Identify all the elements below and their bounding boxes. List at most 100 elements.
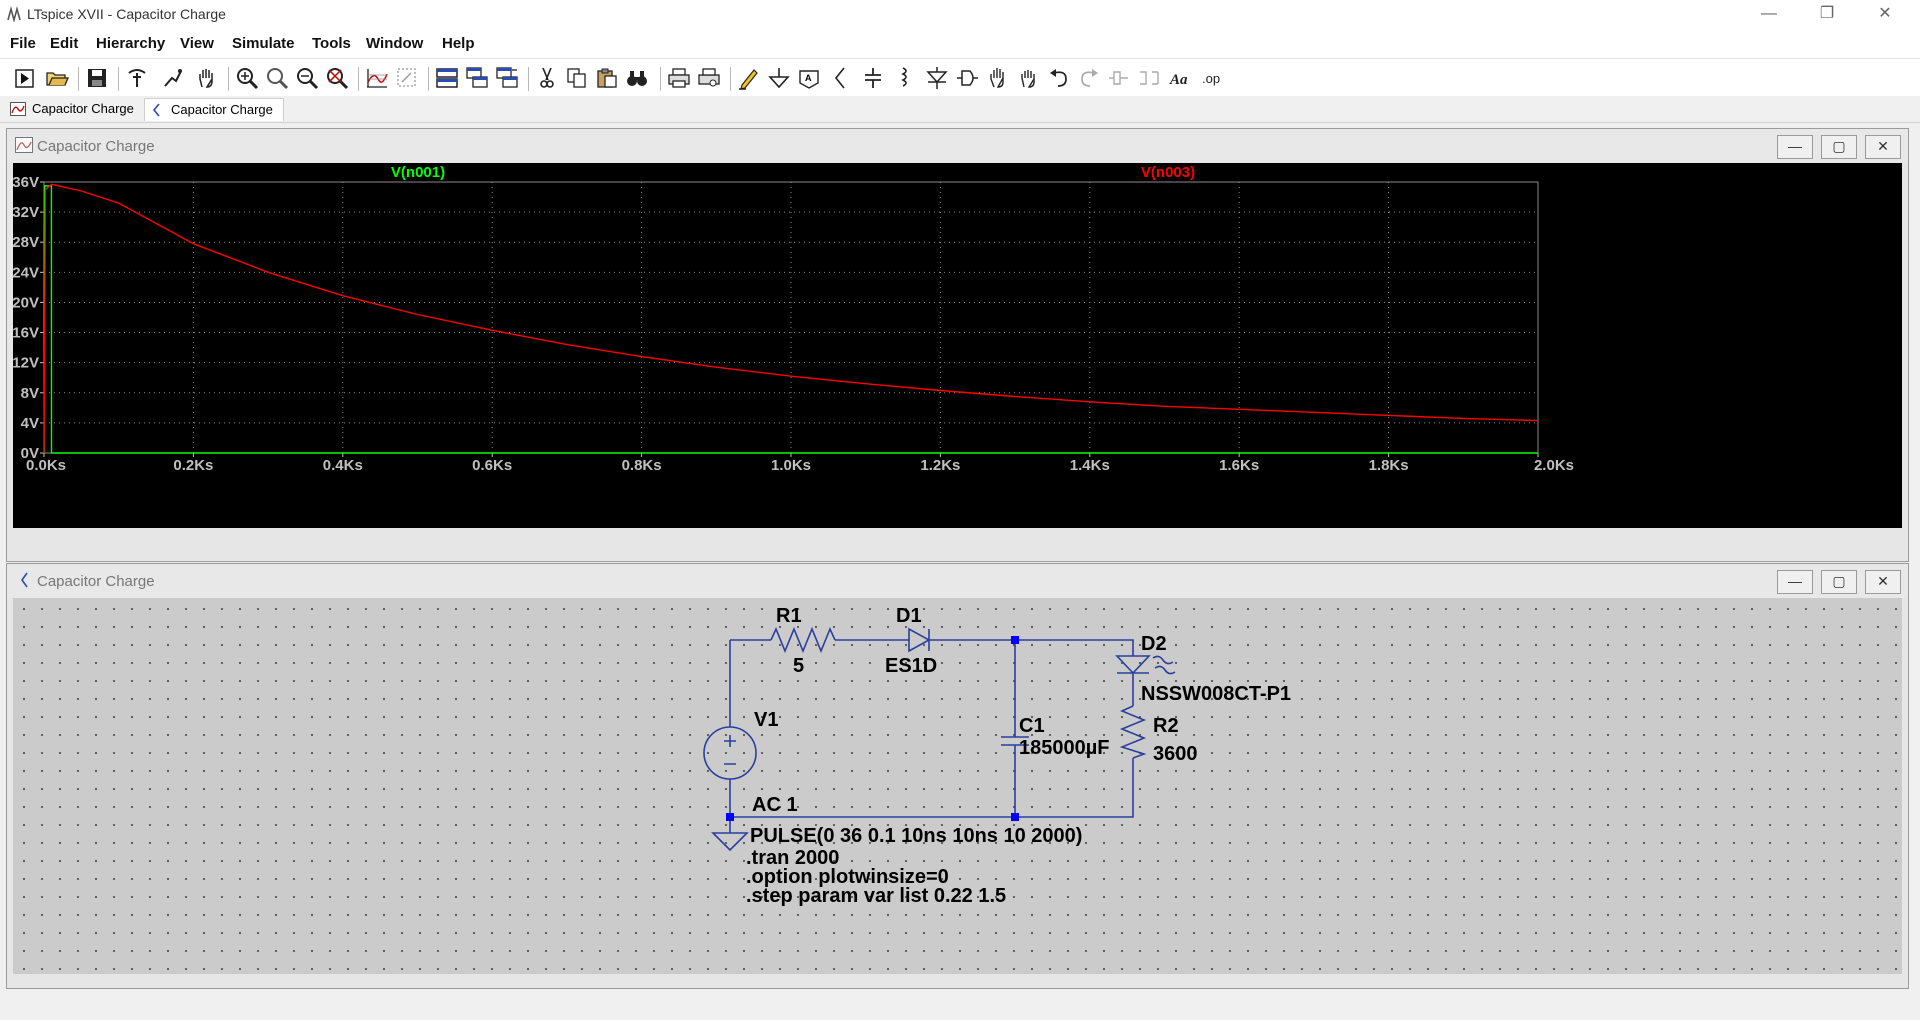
open-icon[interactable] bbox=[44, 65, 70, 91]
y-tick-label: 12V bbox=[13, 355, 39, 372]
control-panel-icon[interactable] bbox=[124, 65, 150, 91]
autorange-icon[interactable] bbox=[364, 65, 390, 91]
y-tick-label: 24V bbox=[13, 264, 39, 281]
x-tick-label: 2.0Ks bbox=[1534, 457, 1574, 474]
r2-name[interactable]: R2 bbox=[1153, 715, 1179, 737]
menu-hierarchy[interactable]: Hierarchy bbox=[96, 35, 165, 52]
d2-value[interactable]: NSSW008CT-P1 bbox=[1141, 683, 1291, 705]
v1-pulse-spec[interactable]: PULSE(0 36 0.1 10ns 10ns 10 2000) bbox=[750, 825, 1082, 847]
junction bbox=[726, 813, 734, 821]
waveform-maximize-button[interactable]: ▢ bbox=[1821, 135, 1857, 159]
d1-value[interactable]: ES1D bbox=[885, 655, 937, 677]
undo-icon[interactable] bbox=[1046, 65, 1072, 91]
move-icon[interactable] bbox=[986, 65, 1012, 91]
rotate-icon[interactable] bbox=[1106, 65, 1132, 91]
cascade-icon[interactable] bbox=[464, 65, 490, 91]
menu-view[interactable]: View bbox=[180, 35, 214, 52]
inductor-icon[interactable] bbox=[892, 65, 918, 91]
r1-name[interactable]: R1 bbox=[776, 605, 802, 627]
spice-directive-icon[interactable]: .op bbox=[1200, 65, 1226, 91]
r2-value[interactable]: 3600 bbox=[1153, 743, 1198, 765]
tab-schematic-label: Capacitor Charge bbox=[171, 102, 273, 117]
ltspice-icon bbox=[7, 6, 21, 22]
y-tick-label: 36V bbox=[13, 174, 39, 191]
wire bbox=[929, 639, 1134, 656]
redo-icon[interactable] bbox=[1076, 65, 1102, 91]
schematic-drawing[interactable]: R1 5 D1 ES1D D2 NSSW008CT-P1 V1 AC 1 C1 … bbox=[13, 598, 1902, 974]
run-icon[interactable] bbox=[12, 65, 38, 91]
zoom-in-icon[interactable] bbox=[234, 65, 260, 91]
zoom-area-icon[interactable] bbox=[264, 65, 290, 91]
x-tick-label: 1.4Ks bbox=[1070, 457, 1110, 474]
tile-horizontal-icon[interactable] bbox=[434, 65, 460, 91]
menu-tools[interactable]: Tools bbox=[312, 35, 351, 52]
x-tick-label: 0.6Ks bbox=[472, 457, 512, 474]
resistor-icon[interactable] bbox=[828, 65, 854, 91]
close-button[interactable]: ✕ bbox=[1862, 0, 1908, 30]
minimize-button[interactable]: — bbox=[1746, 0, 1792, 30]
mirror-icon[interactable] bbox=[1136, 65, 1162, 91]
d1-name[interactable]: D1 bbox=[896, 605, 922, 627]
copy-icon[interactable] bbox=[564, 65, 590, 91]
trace-label[interactable]: V(n003) bbox=[1141, 164, 1195, 181]
zoom-fit-icon[interactable] bbox=[324, 65, 350, 91]
diode-icon[interactable] bbox=[924, 65, 950, 91]
paste-icon[interactable] bbox=[594, 65, 620, 91]
schematic-canvas[interactable]: R1 5 D1 ES1D D2 NSSW008CT-P1 V1 AC 1 C1 … bbox=[13, 598, 1902, 974]
svg-text:Aa: Aa bbox=[1169, 72, 1188, 88]
zoom-out-icon[interactable] bbox=[294, 65, 320, 91]
draw-wire-icon[interactable] bbox=[736, 65, 762, 91]
waveform-chart[interactable]: 0.0Ks 0.2Ks 0.4Ks 0.6Ks 0.8Ks 1.0Ks 1.2Ks 1.4Ks… bbox=[12, 163, 1902, 528]
menu-edit[interactable]: Edit bbox=[50, 35, 78, 52]
svg-text:A: A bbox=[805, 73, 812, 83]
v1-name[interactable]: V1 bbox=[754, 709, 778, 731]
status-bar bbox=[0, 997, 1920, 1020]
d2-symbol bbox=[1115, 655, 1151, 682]
tile-vertical-icon[interactable] bbox=[494, 65, 520, 91]
menu-help[interactable]: Help bbox=[442, 35, 475, 52]
text-icon[interactable]: Aa bbox=[1168, 65, 1194, 91]
ground-icon[interactable] bbox=[766, 65, 792, 91]
d2-name[interactable]: D2 bbox=[1141, 633, 1167, 655]
y-tick-label: 4V bbox=[21, 415, 39, 432]
x-tick-label: 1.2Ks bbox=[920, 457, 960, 474]
restore-button[interactable]: ❐ bbox=[1804, 0, 1850, 30]
y-tick-label: 28V bbox=[13, 234, 39, 251]
v1-value[interactable]: AC 1 bbox=[752, 794, 798, 816]
print-icon[interactable] bbox=[666, 65, 692, 91]
pan-icon[interactable] bbox=[194, 65, 220, 91]
label-net-icon[interactable]: A bbox=[796, 65, 822, 91]
halt-icon[interactable] bbox=[160, 65, 186, 91]
waveform-minimize-button[interactable]: — bbox=[1777, 135, 1813, 159]
waveform-window: Capacitor Charge — ▢ ✕ 0.0Ks 0.2Ks 0.4Ks 0.… bbox=[6, 128, 1909, 562]
schematic-close-button[interactable]: ✕ bbox=[1865, 570, 1901, 594]
window-tabstrip: Capacitor Charge Capacitor Charge bbox=[0, 96, 1920, 123]
waveform-plot[interactable]: 0.0Ks 0.2Ks 0.4Ks 0.6Ks 0.8Ks 1.0Ks 1.2Ks 1.4Ks… bbox=[12, 163, 1902, 528]
tab-schematic[interactable]: Capacitor Charge bbox=[144, 98, 284, 121]
menu-simulate[interactable]: Simulate bbox=[232, 35, 295, 52]
r1-symbol bbox=[770, 626, 836, 654]
find-icon[interactable] bbox=[624, 65, 650, 91]
drag-icon[interactable] bbox=[1016, 65, 1042, 91]
schematic-window: Capacitor Charge — ▢ ✕ R1 5 D1 ES1D D2 N… bbox=[6, 563, 1909, 989]
save-icon[interactable] bbox=[84, 65, 110, 91]
step-directive[interactable]: .step param var list 0.22 1.5 bbox=[746, 885, 1006, 907]
schematic-maximize-button[interactable]: ▢ bbox=[1821, 570, 1857, 594]
schematic-minimize-button[interactable]: — bbox=[1777, 570, 1813, 594]
mark-unref-icon[interactable] bbox=[394, 65, 420, 91]
c1-value[interactable]: 185000µF bbox=[1019, 737, 1109, 759]
y-tick-label: 20V bbox=[13, 294, 39, 311]
capacitor-icon[interactable] bbox=[860, 65, 886, 91]
menu-file[interactable]: File bbox=[10, 35, 36, 52]
tab-waveform[interactable]: Capacitor Charge bbox=[8, 98, 142, 120]
trace-label[interactable]: V(n001) bbox=[391, 164, 445, 181]
waveform-close-button[interactable]: ✕ bbox=[1865, 135, 1901, 159]
x-tick-label: 1.8Ks bbox=[1369, 457, 1409, 474]
component-icon[interactable] bbox=[954, 65, 980, 91]
r1-value[interactable]: 5 bbox=[793, 655, 804, 677]
waveform-window-title: Capacitor Charge bbox=[37, 138, 155, 155]
menu-window[interactable]: Window bbox=[366, 35, 423, 52]
print-preview-icon[interactable] bbox=[696, 65, 722, 91]
c1-name[interactable]: C1 bbox=[1019, 715, 1045, 737]
cut-icon[interactable] bbox=[534, 65, 560, 91]
